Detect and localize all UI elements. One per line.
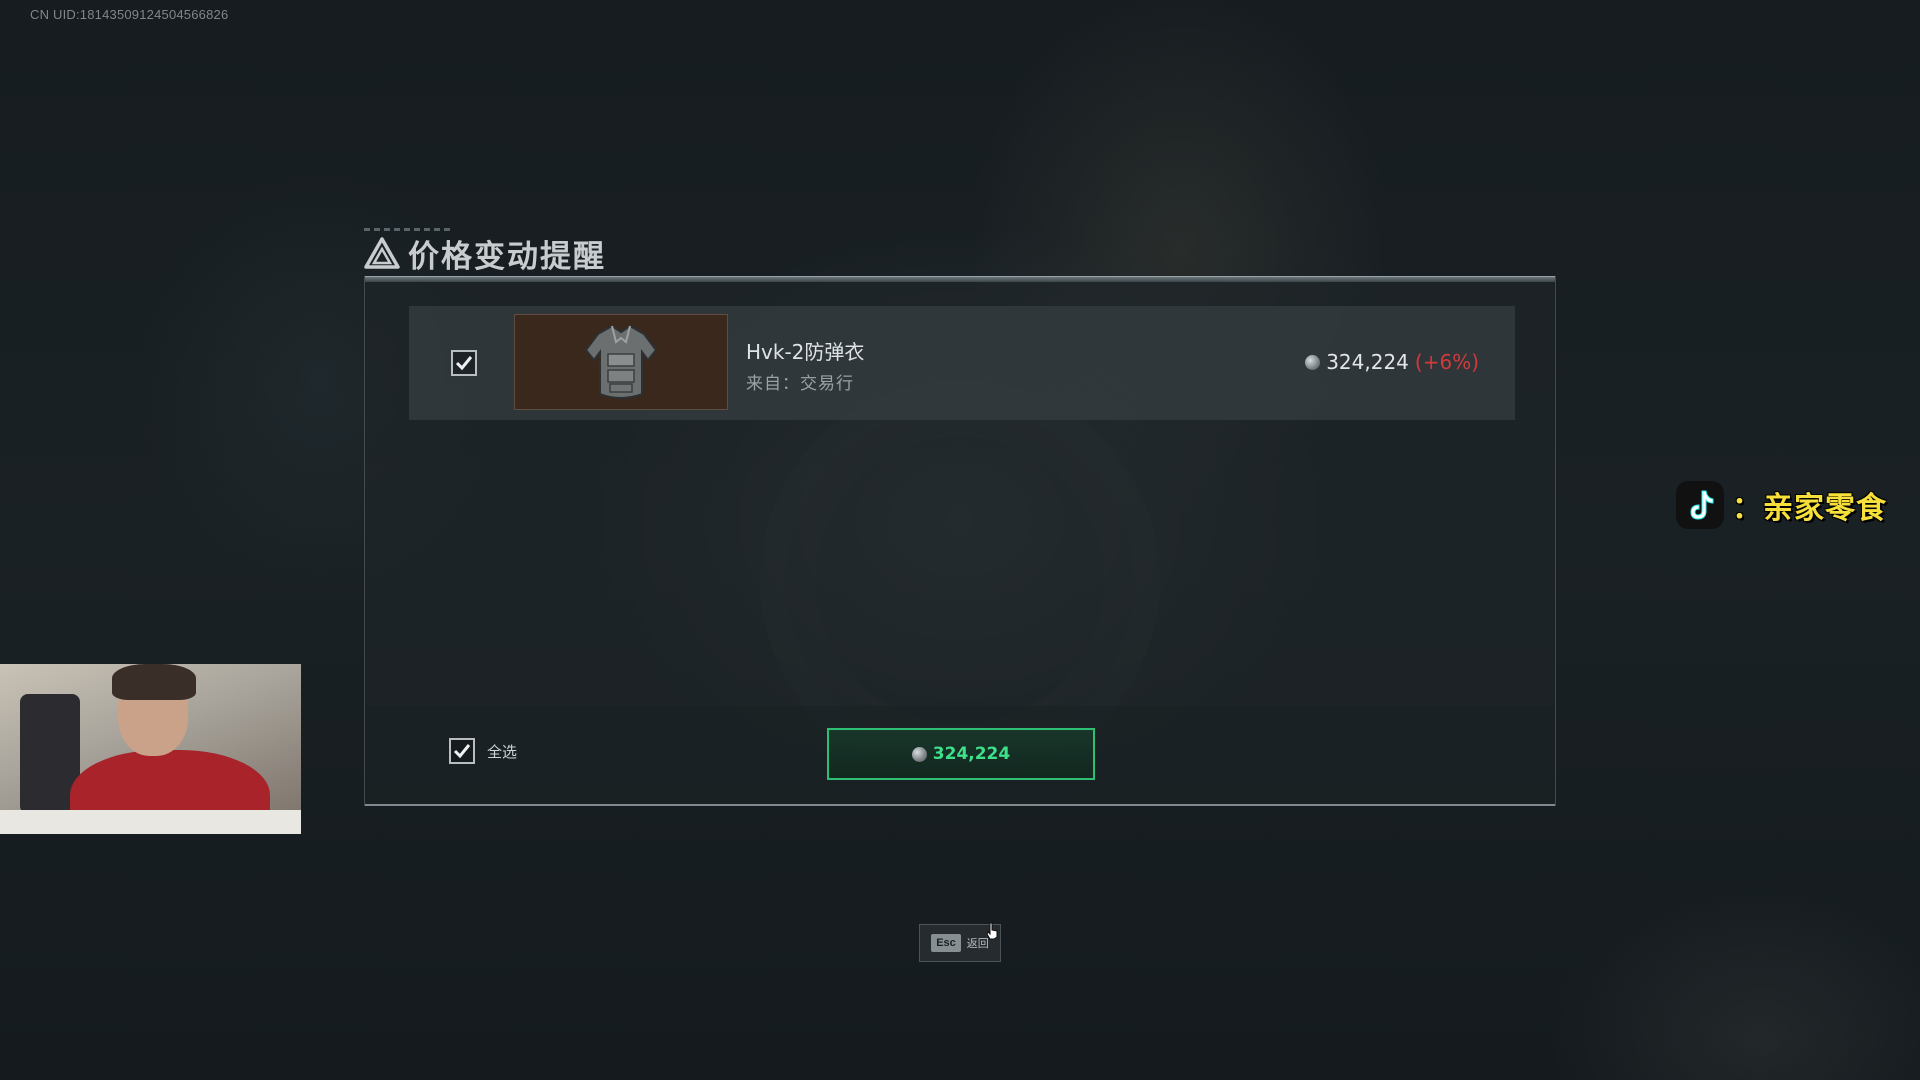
webcam-desk	[0, 810, 301, 834]
item-thumbnail	[514, 314, 728, 410]
price-value: 324,224	[1326, 350, 1409, 374]
confirm-purchase-button[interactable]: 324,224	[827, 728, 1095, 780]
douyin-watermark: ：亲家零食	[1676, 478, 1887, 532]
hand-cursor-icon	[986, 922, 998, 940]
dialog-header: 价格变动提醒	[364, 232, 606, 275]
list-item[interactable]: Hvk-2防弹衣 来自：交易行 324,224 (+6%)	[409, 306, 1515, 420]
watermark-text: ：亲家零食	[1732, 491, 1887, 526]
price-change: (+6%)	[1414, 350, 1479, 374]
webcam-overlay	[0, 664, 301, 834]
price-change-dialog: Hvk-2防弹衣 来自：交易行 324,224 (+6%) 全选 324,224	[364, 276, 1556, 806]
uid-label: CN UID:18143509124504566826	[30, 7, 229, 22]
dialog-title: 价格变动提醒	[408, 238, 606, 275]
select-all-label[interactable]: 全选	[487, 741, 517, 762]
confirm-total: 324,224	[932, 744, 1011, 764]
body-armor-icon	[584, 324, 658, 399]
dialog-top-bar	[365, 276, 1555, 282]
item-name: Hvk-2防弹衣	[746, 340, 865, 364]
item-price: 324,224 (+6%)	[1305, 350, 1479, 374]
warning-triangle-icon	[364, 237, 400, 269]
item-checkbox[interactable]	[451, 350, 477, 376]
dialog-bottom-line	[365, 804, 1555, 806]
esc-key: Esc	[931, 934, 961, 952]
douyin-logo-icon	[1676, 481, 1724, 529]
webcam-person-hair	[112, 664, 196, 700]
item-source: 来自：交易行	[746, 374, 854, 394]
select-all-checkbox[interactable]	[449, 738, 475, 764]
coin-icon	[1305, 354, 1321, 370]
checkmark-icon	[455, 356, 473, 371]
coin-icon	[911, 746, 927, 762]
checkmark-icon	[453, 744, 471, 759]
